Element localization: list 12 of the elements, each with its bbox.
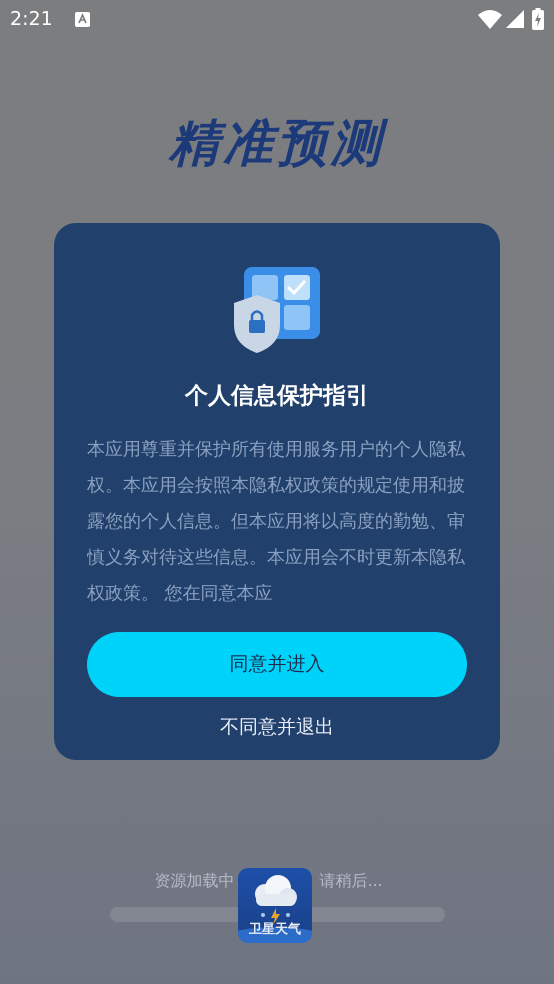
wifi-icon (478, 10, 502, 28)
signal-icon (506, 10, 524, 28)
decline-button[interactable]: 不同意并退出 (220, 712, 334, 741)
privacy-shield-icon (232, 265, 322, 355)
battery-charging-icon (532, 8, 544, 30)
status-time: 2:21 (10, 6, 53, 32)
dialog-title: 个人信息保护指引 (185, 382, 369, 411)
loading-text: 请稍后... (320, 870, 383, 892)
agree-button[interactable]: 同意并进入 (87, 632, 467, 696)
loading-text: 资源加载中 (154, 870, 234, 892)
keyboard-notification-icon (74, 12, 90, 26)
logo-text: 卫星天气 (248, 920, 302, 938)
